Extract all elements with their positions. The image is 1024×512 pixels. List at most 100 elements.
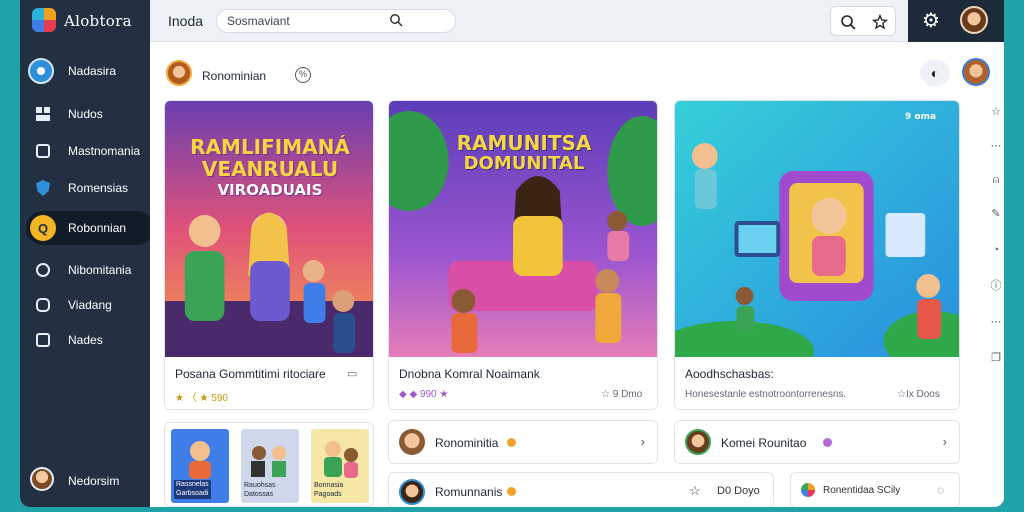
avatar [399, 429, 425, 455]
top-right-panel: ⚙ [908, 0, 1004, 42]
thumbnail-label: Rassnelas Garbsoadi [174, 480, 211, 499]
thumbnail[interactable]: Bonnasia Pagoads [311, 429, 369, 503]
avatar[interactable] [30, 467, 54, 491]
main-content: Ronominian % ◐ RAMLIFIMANÁ VEANRUALU VIR… [150, 42, 1004, 507]
chat-icon[interactable]: ◔ [990, 244, 1002, 256]
sidebar-item-label: Nades [68, 333, 103, 347]
sidebar: Alobtora Nadasira Nudos Mastnomania Rome… [20, 0, 154, 507]
user-icon [34, 261, 52, 279]
sidebar-item-label: Viadang [68, 298, 112, 312]
card-title: Dnobna Komral Noaimank [399, 367, 540, 381]
sidebar-item-viadang[interactable]: Viadang [20, 288, 150, 322]
card-stat: ☆ 9 Dmo [601, 389, 643, 400]
sidebar-item-label: Nadasira [68, 64, 117, 78]
more-dots-icon[interactable]: ⋯ [990, 316, 1002, 328]
shield-icon [34, 179, 52, 197]
thumbnail[interactable]: Rassnelas Garbsoadi [171, 429, 229, 503]
art-badge: 9 oma [905, 112, 937, 122]
search-icon[interactable] [389, 13, 403, 27]
art-title: DOMUNITAL [463, 153, 585, 174]
thumbnail-label: Bonnasia Pagoads [314, 482, 344, 498]
card-illustration [675, 101, 959, 357]
sidebar-item-label: Robonnian [68, 221, 127, 235]
art-title: VEANRUALU [201, 157, 339, 181]
toolbar-button-group [830, 6, 896, 36]
gear-icon[interactable]: ⚙ [922, 11, 942, 31]
sidebar-item-nibomitania[interactable]: Nibomitania [20, 253, 150, 287]
search-input[interactable]: Sosmaviant [216, 9, 456, 33]
card-stat: ☆Ix Doos [897, 389, 940, 400]
app-logo-icon [801, 483, 815, 497]
card-rating: ◆ ◆ 990 ★ [399, 389, 449, 400]
avatar [399, 479, 425, 505]
message-icon [34, 296, 52, 314]
status-dot-icon [507, 487, 516, 496]
chevron-right-icon[interactable]: › [641, 434, 645, 449]
avatar[interactable] [962, 58, 990, 86]
sidebar-item-romensias[interactable]: Romensias [20, 171, 150, 205]
settings-icon[interactable]: ◌ [937, 483, 944, 497]
star-icon[interactable] [871, 13, 889, 31]
q-badge-icon: Q [30, 215, 56, 241]
avatar [166, 60, 192, 86]
art-title: RAMLIFIMANÁ [190, 135, 350, 159]
chevron-right-icon[interactable]: › [943, 434, 947, 449]
search-icon[interactable] [839, 13, 857, 31]
row-stat: D0 Doyo [717, 485, 760, 497]
content-card[interactable]: RAMLIFIMANÁ VEANRUALU VIROADUAIS Posana … [164, 100, 374, 410]
percent-icon[interactable]: % [295, 67, 311, 83]
info-icon[interactable]: ⓘ [990, 280, 1002, 292]
thumbnail-strip: Rassnelas Garbsoadi Rauohsas Datossas Bonn… [164, 422, 374, 507]
page-title: Inoda [168, 13, 204, 29]
more-dots-icon[interactable]: ⋯ [990, 140, 1002, 152]
sidebar-item-nudos[interactable]: Nudos [20, 97, 150, 131]
sidebar-item-robonnian[interactable]: Q Robonnian [26, 211, 154, 245]
card-description: Honesestanle estnotroontorrenesns. [685, 389, 847, 400]
star-icon[interactable]: ☆ [689, 483, 701, 499]
sidebar-item-label: Nibomitania [68, 263, 132, 277]
top-bar: Inoda Sosmaviant ⚙ [150, 0, 1004, 42]
app-logo-icon [32, 8, 56, 32]
list-item-label: Ronominitia [435, 436, 499, 450]
list-item[interactable]: Komei Rounitao › [674, 420, 960, 464]
list-item-label: Komei Rounitao [721, 436, 807, 450]
card-rating: ★ 〈 ★ 590 [175, 393, 228, 404]
status-dot-icon [823, 438, 832, 447]
thumbnail[interactable]: Rauohsas Datossas [241, 429, 299, 503]
avatar[interactable] [960, 6, 988, 34]
grid-icon [34, 105, 52, 123]
copy-icon[interactable]: ❐ [990, 352, 1002, 364]
list-item-label: Romunnanis [435, 485, 503, 499]
art-title: RAMUNITSA [456, 131, 592, 155]
folder-icon [34, 142, 52, 160]
status-dot-icon [507, 438, 516, 447]
list-item[interactable]: Ronentidaa SCily ◌ [790, 472, 960, 507]
sidebar-item-label: Mastnomania [68, 144, 141, 158]
star-icon[interactable]: ☆ [990, 106, 1002, 118]
comment-icon[interactable]: ▭ [347, 367, 357, 380]
thumbnail-label: Rauohsas Datossas [244, 482, 276, 498]
sidebar-item-nades[interactable]: Nades [20, 323, 150, 357]
document-icon [34, 331, 52, 349]
content-card[interactable]: 9 oma Aoodhschasbas: Honesestanle estnot… [674, 100, 960, 410]
avatar [685, 429, 711, 455]
user-icon[interactable]: ⍝ [990, 174, 1002, 186]
sidebar-item-mastnomania[interactable]: Mastnomania [20, 134, 150, 168]
navigation-icon [28, 58, 54, 84]
list-item-label: Ronentidaa SCily [823, 485, 901, 496]
art-title: VIROADUAIS [217, 181, 323, 199]
sidebar-item-nadasira[interactable]: Nadasira [20, 54, 150, 88]
card-title: Posana Gommtitimi ritociare [175, 367, 326, 381]
card-title: Aoodhschasbas: [685, 367, 774, 381]
list-item[interactable]: Romunnanis ☆ D0 Doyo [388, 472, 774, 507]
pen-icon[interactable]: ✎ [990, 208, 1002, 220]
list-item[interactable]: Ronominitia › [388, 420, 658, 464]
search-placeholder: Sosmaviant [227, 14, 290, 28]
app-title: Alobtora [64, 12, 132, 30]
app-window: Alobtora Nadasira Nudos Mastnomania Rome… [20, 0, 1004, 507]
sidebar-item-label: Romensias [68, 181, 129, 195]
sidebar-item-label: Nudos [68, 107, 103, 121]
view-toggle-button[interactable]: ◐ [920, 60, 950, 86]
user-name: Nedorsim [68, 474, 120, 488]
content-card[interactable]: RAMUNITSA DOMUNITAL Dnobna Komral Noaima… [388, 100, 658, 410]
